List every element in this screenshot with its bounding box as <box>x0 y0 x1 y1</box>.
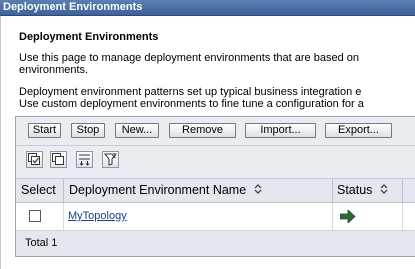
window-title-bar: Deployment Environments <box>0 0 415 16</box>
sort-icon[interactable] <box>380 179 388 202</box>
column-divider <box>332 203 333 230</box>
column-header-select: Select <box>21 183 56 197</box>
table-row: MyTopology <box>16 203 415 231</box>
remove-button[interactable]: Remove <box>169 123 236 138</box>
icon-toolbar <box>16 146 415 179</box>
column-header-name-label: Deployment Environment Name <box>69 183 247 197</box>
start-button[interactable]: Start <box>28 123 61 138</box>
import-button[interactable]: Import... <box>245 123 316 138</box>
column-divider <box>402 203 403 230</box>
description-line: Deployment environment patterns set up t… <box>19 86 362 98</box>
table-header: Select Deployment Environment Name Statu… <box>16 179 415 203</box>
column-header-status[interactable]: Status <box>337 179 388 202</box>
select-all-icon[interactable] <box>26 151 43 168</box>
page-title: Deployment Environments <box>19 31 159 43</box>
column-divider <box>63 179 64 202</box>
deployment-environments-panel: Start Stop New... Remove Import... Expor… <box>15 116 415 257</box>
stop-button[interactable]: Stop <box>71 123 105 138</box>
sort-icon[interactable] <box>254 179 262 202</box>
column-header-status-label: Status <box>337 183 373 197</box>
action-toolbar: Start Stop New... Remove Import... Expor… <box>16 117 415 146</box>
description-line: environments. <box>19 64 89 76</box>
clear-filter-icon[interactable] <box>102 151 119 168</box>
export-button[interactable]: Export... <box>325 123 392 138</box>
started-arrow-icon <box>339 209 356 228</box>
column-divider <box>402 179 403 202</box>
column-header-name[interactable]: Deployment Environment Name <box>69 179 262 202</box>
column-divider <box>332 179 333 202</box>
new-button[interactable]: New... <box>115 123 159 138</box>
window-title: Deployment Environments <box>3 1 143 13</box>
row-select-checkbox[interactable] <box>29 210 41 222</box>
deselect-all-icon[interactable] <box>50 151 67 168</box>
frame-border <box>0 16 1 269</box>
description-line: Use custom deployment environments to fi… <box>19 98 364 110</box>
description-line: Use this page to manage deployment envir… <box>19 52 359 64</box>
table-footer: Total 1 <box>16 231 415 256</box>
page-description: Use this page to manage deployment envir… <box>19 52 415 76</box>
page-description-secondary: Deployment environment patterns set up t… <box>19 86 415 110</box>
show-filter-icon[interactable] <box>76 151 93 168</box>
column-divider <box>63 203 64 230</box>
total-count: Total 1 <box>25 237 58 249</box>
environment-name-link[interactable]: MyTopology <box>68 210 127 222</box>
